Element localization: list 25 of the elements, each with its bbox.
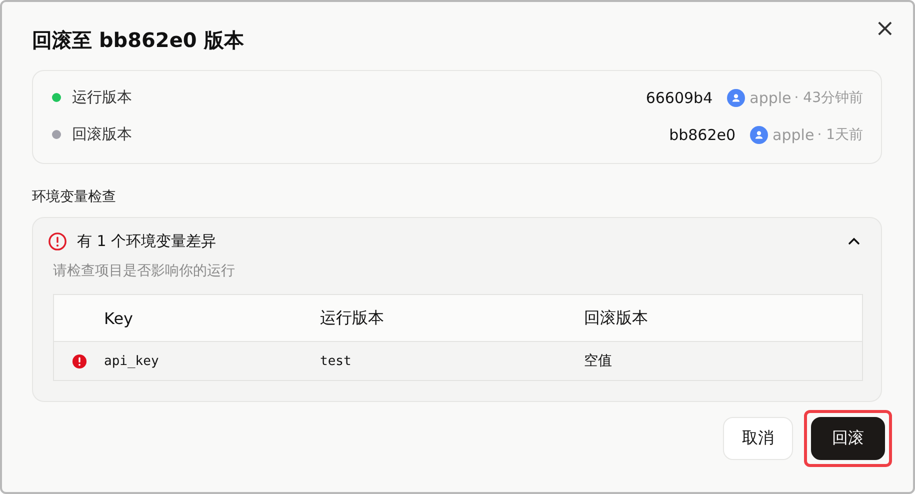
hint-text: 请检查项目是否影响你的运行 [53, 262, 236, 280]
column-header: 运行版本 [320, 308, 385, 328]
commit-hash: bb862e0 [669, 126, 736, 144]
table-cell-text: api_key [104, 354, 160, 368]
avatar-icon [750, 126, 768, 144]
avatar-icon [726, 88, 745, 106]
author-name: apple [750, 88, 792, 106]
commit-time: · 43分钟前 [794, 88, 863, 106]
diff-summary: 有 1 个环境变量差异 [77, 232, 216, 250]
author-name: apple [772, 126, 814, 144]
error-icon [72, 354, 86, 368]
dialog-title: 回滚至 bb862e0 版本 [32, 26, 244, 54]
version-label: 回滚版本 [72, 125, 132, 144]
close-button[interactable]: × [872, 16, 897, 40]
rollback-button[interactable]: 回滚 [811, 417, 885, 460]
warning-icon [48, 232, 67, 250]
column-header: Key [104, 308, 134, 328]
commit-hash: 66609b4 [646, 88, 713, 106]
version-label: 运行版本 [72, 88, 132, 107]
commit-time: · 1天前 [817, 126, 863, 144]
table-cell-text: test [320, 354, 352, 368]
column-header: 回滚版本 [584, 308, 649, 328]
cancel-button[interactable]: 取消 [723, 417, 793, 460]
table-cell-text: 空值 [584, 352, 613, 370]
section-heading: 环境变量检查 [32, 188, 117, 206]
